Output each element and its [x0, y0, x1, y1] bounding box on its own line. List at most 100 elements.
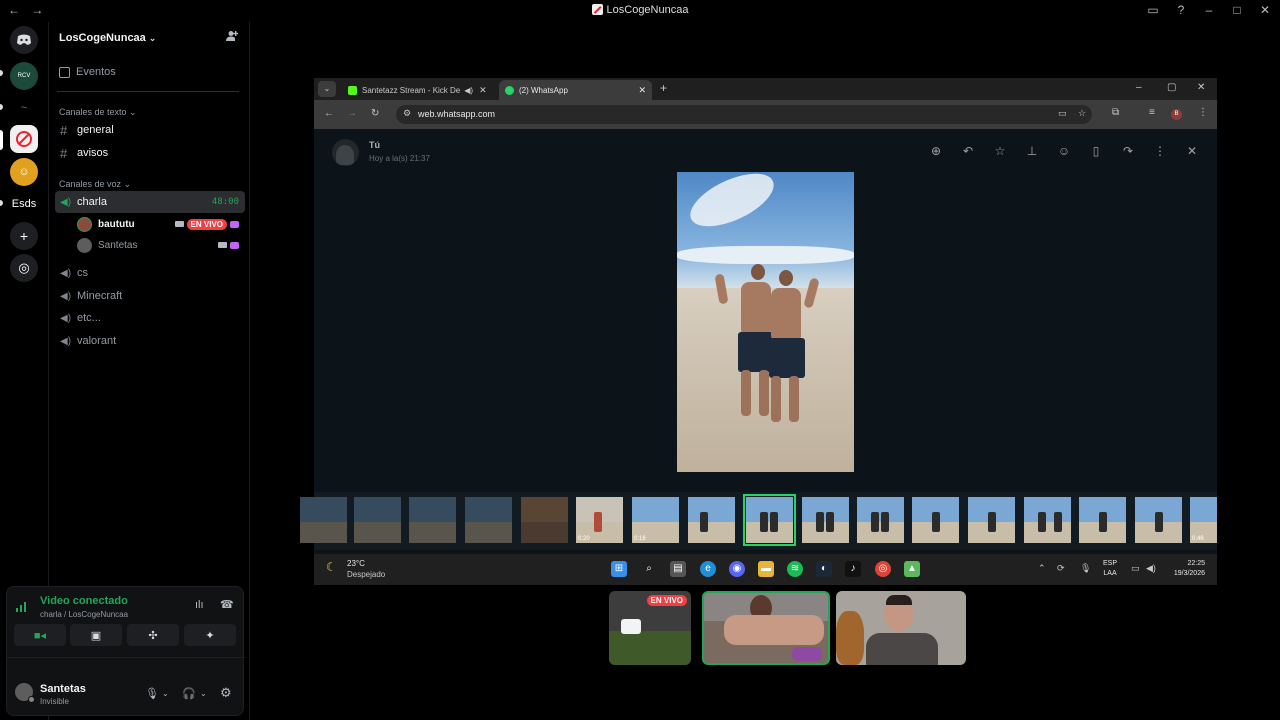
back-icon[interactable]: ←	[324, 108, 334, 119]
media-thumbnail[interactable]	[1135, 497, 1182, 543]
reply-icon[interactable]: ↶	[960, 143, 976, 159]
tab-whatsapp[interactable]: (2) WhatsApp ✕	[499, 80, 652, 100]
media-thumbnail[interactable]	[912, 497, 959, 543]
chevron-down-icon[interactable]: ⌄	[200, 689, 207, 698]
camera-button[interactable]: ■◂	[14, 624, 66, 646]
media-thumbnail-video[interactable]: 0:20	[576, 497, 623, 543]
media-thumbnail[interactable]	[802, 497, 849, 543]
avatar[interactable]	[332, 139, 359, 166]
steam-icon[interactable]: ◐	[816, 561, 832, 577]
start-icon[interactable]: ⊞	[611, 561, 627, 577]
clock[interactable]: 22:25 19/3/2026	[1165, 559, 1205, 579]
gear-icon[interactable]: ⚙	[220, 685, 232, 701]
server-icon-2[interactable]: ~	[10, 94, 38, 122]
reload-icon[interactable]: ↻	[371, 108, 379, 119]
bookmark-star-icon[interactable]: ☆	[1078, 108, 1086, 119]
text-category[interactable]: Canales de texto ⌄	[59, 107, 137, 118]
display-icon[interactable]: ▭	[1131, 563, 1140, 574]
server-icon-1[interactable]: RCV	[10, 62, 38, 90]
voice-channel-minecraft[interactable]: ◀) Minecraft	[55, 285, 245, 307]
inbox-icon[interactable]: ▭	[1146, 3, 1160, 17]
audio-icon[interactable]: ◀)	[464, 86, 473, 95]
site-info-icon[interactable]: ⚙	[403, 108, 411, 119]
media-thumbnail[interactable]	[354, 497, 401, 543]
media-thumbnail-video[interactable]: 0:16	[632, 497, 679, 543]
moon-icon[interactable]: ☾	[326, 560, 337, 574]
discord-icon[interactable]: ◉	[729, 561, 745, 577]
media-thumbnail-selected[interactable]	[743, 494, 796, 546]
language-indicator[interactable]: ESP LAA	[1103, 559, 1117, 579]
weather-temp[interactable]: 23°C	[347, 559, 365, 568]
chevron-up-icon[interactable]: ⌃	[1038, 563, 1046, 574]
media-thumbnail[interactable]	[968, 497, 1015, 543]
participant-tile-baututu[interactable]	[702, 591, 830, 665]
minimize-button[interactable]: –	[1136, 82, 1142, 93]
voice-channel-etc[interactable]: ◀) etc...	[55, 307, 245, 329]
close-tab-icon[interactable]: ✕	[479, 85, 487, 96]
guild-header[interactable]: LosCogeNuncaa ⌄	[49, 22, 250, 54]
server-icon-esds[interactable]: Esds	[10, 190, 38, 218]
media-thumbnail[interactable]	[465, 497, 512, 543]
forward-icon[interactable]: →	[347, 108, 357, 119]
headphones-icon[interactable]: 🎧	[182, 687, 196, 700]
user-name[interactable]: Santetas	[40, 683, 86, 695]
weather-condition[interactable]: Despejado	[347, 570, 385, 579]
emoji-icon[interactable]: ☺	[1056, 143, 1072, 159]
more-icon[interactable]: ⋮	[1152, 143, 1168, 159]
voice-channel-cs[interactable]: ◀) cs	[55, 262, 245, 284]
participant-tile-stream[interactable]: EN VIVO	[609, 591, 691, 665]
media-thumbnail[interactable]	[409, 497, 456, 543]
restore-button[interactable]: ▢	[1167, 82, 1176, 93]
screen-share-button[interactable]: ▣	[70, 624, 122, 646]
stream-view[interactable]: ⌄ Santetazz Stream - Kick De ◀) ✕ (2) Wh…	[300, 78, 1217, 585]
voice-status[interactable]: Video conectado	[40, 595, 128, 607]
search-icon[interactable]: ⌕	[641, 561, 657, 577]
chevron-down-icon[interactable]: ⌄	[162, 689, 169, 698]
close-button[interactable]: ✕	[1197, 82, 1205, 93]
participant-tile-santetas[interactable]	[836, 591, 966, 665]
chrome-icon[interactable]: ◎	[875, 561, 891, 577]
activities-button[interactable]: ✣	[127, 624, 179, 646]
voice-location[interactable]: charla / LosCogeNuncaa	[40, 610, 128, 619]
sender-name[interactable]: Tú	[369, 140, 380, 150]
live-badge[interactable]: EN VIVO	[186, 218, 227, 230]
disconnect-icon[interactable]: ☎	[220, 598, 234, 611]
install-app-icon[interactable]: ▭	[1058, 108, 1067, 119]
pin-icon[interactable]: ⊥	[1024, 143, 1040, 159]
server-icon-loscogenuncaa[interactable]	[10, 125, 38, 153]
media-controls-icon[interactable]: ≡	[1149, 107, 1155, 118]
profile-avatar[interactable]: B	[1171, 109, 1182, 120]
tab-kick[interactable]: Santetazz Stream - Kick De ◀) ✕	[342, 80, 497, 100]
tiktok-icon[interactable]: ♪	[845, 561, 861, 577]
close-tab-icon[interactable]: ✕	[638, 85, 646, 96]
media-thumbnail[interactable]	[688, 497, 735, 543]
voice-channel-valorant[interactable]: ◀) valorant	[55, 330, 245, 352]
mic-icon[interactable]: 🎙	[1080, 563, 1091, 574]
mic-icon[interactable]: 🎙	[145, 687, 159, 700]
file-explorer-icon[interactable]: ▬	[758, 561, 774, 577]
discord-home-icon[interactable]	[10, 26, 38, 54]
maximize-button[interactable]: □	[1230, 3, 1244, 17]
help-icon[interactable]: ?	[1174, 3, 1188, 17]
delete-icon[interactable]: ▯	[1088, 143, 1104, 159]
new-tab-icon[interactable]: +	[660, 81, 667, 95]
media-thumbnail[interactable]	[521, 497, 568, 543]
close-icon[interactable]: ✕	[1184, 143, 1200, 159]
photo-beach[interactable]	[677, 172, 854, 472]
spotify-icon[interactable]: ≋	[787, 561, 803, 577]
star-icon[interactable]: ☆	[992, 143, 1008, 159]
close-button[interactable]: ✕	[1258, 3, 1272, 17]
task-view-icon[interactable]: ▤	[670, 561, 686, 577]
voice-user-baututu[interactable]: baututu EN VIVO	[77, 214, 243, 234]
server-icon-4[interactable]: ☺	[10, 158, 38, 186]
media-thumbnail[interactable]	[857, 497, 904, 543]
zoom-in-icon[interactable]: ⊕	[928, 143, 944, 159]
tab-search-button[interactable]: ⌄	[318, 81, 336, 97]
extensions-icon[interactable]: ⧉	[1112, 107, 1119, 118]
sync-icon[interactable]: ⟳	[1057, 563, 1065, 574]
events-link[interactable]: Eventos	[59, 66, 116, 78]
media-thumbnail[interactable]	[1024, 497, 1071, 543]
app-icon[interactable]: ▲	[904, 561, 920, 577]
voice-category[interactable]: Canales de voz ⌄	[59, 179, 131, 190]
forward-icon[interactable]: ↷	[1120, 143, 1136, 159]
